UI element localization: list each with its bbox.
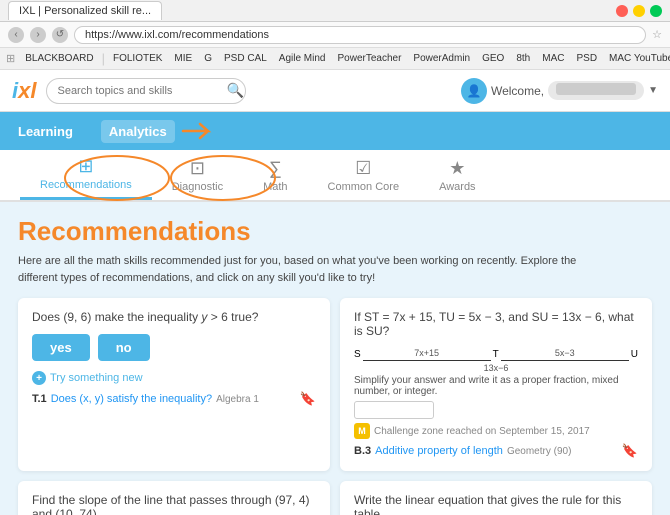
card-geometry: If ST = 7x + 15, TU = 5x − 3, and SU = 1… — [340, 298, 652, 471]
search-icon: 🔍 — [226, 82, 243, 99]
point-s: S — [354, 349, 361, 360]
bookmarks-bar: ⊞ BLACKBOARD | FOLIOTEK MIE G PSD CAL Ag… — [0, 48, 670, 70]
bookmark-mie[interactable]: MIE — [170, 52, 196, 65]
apps-icon: ⊞ — [6, 52, 15, 65]
awards-icon: ★ — [449, 158, 465, 179]
card2-skill-subject: Geometry (90) — [507, 446, 571, 457]
point-u: U — [631, 349, 638, 360]
page-description: Here are all the math skills recommended… — [18, 253, 598, 286]
bookmark-8th[interactable]: 8th — [512, 52, 534, 65]
card-function-table: Write the linear equation that gives the… — [340, 481, 652, 515]
segment-diagram: S 7x+15 T 5x−3 U 13x−6 — [354, 348, 638, 373]
main-content: Recommendations Here are all the math sk… — [0, 202, 670, 515]
bookmark-powerteacher[interactable]: PowerTeacher — [333, 52, 405, 65]
seg-tu-label: 5x−3 — [501, 348, 629, 361]
analytics-arrow-icon — [178, 116, 218, 146]
card2-flag-icon: 🔖 — [622, 443, 638, 459]
nav-learning[interactable]: Learning — [10, 120, 81, 143]
close-button[interactable] — [616, 5, 628, 17]
url-input[interactable]: https://www.ixl.com/recommendations — [74, 26, 646, 44]
bookmark-geo[interactable]: GEO — [478, 52, 508, 65]
section-tabs: ⊞ Recommendations ⊡ Diagnostic ∑ Math ☑ … — [0, 150, 670, 202]
card1-skill-row: T.1 Does (x, y) satisfy the inequality? … — [32, 391, 316, 407]
card1-skill-code: T.1 — [32, 393, 47, 405]
no-button[interactable]: no — [98, 334, 150, 361]
bookmark-g[interactable]: G — [200, 52, 216, 65]
maximize-button[interactable] — [650, 5, 662, 17]
card2-skill-row: M Challenge zone reached on September 15… — [354, 423, 638, 439]
card2-skill-code: B.3 — [354, 445, 371, 457]
diagnostic-icon: ⊡ — [190, 158, 205, 179]
nav-analytics[interactable]: Analytics — [101, 120, 175, 143]
username-display — [548, 81, 644, 100]
card1-skill-link[interactable]: Does (x, y) satisfy the inequality? — [51, 393, 212, 405]
bookmark-foliotek[interactable]: FOLIOTEK — [109, 52, 166, 65]
card-inequality: Does (9, 6) make the inequality y > 6 tr… — [18, 298, 330, 471]
avatar: 👤 — [461, 78, 487, 104]
bookmark-psdcal[interactable]: PSD CAL — [220, 52, 271, 65]
card2-question: If ST = 7x + 15, TU = 5x − 3, and SU = 1… — [354, 310, 638, 338]
card2-answer-input[interactable] — [354, 401, 434, 419]
try-something-new[interactable]: + Try something new — [32, 371, 316, 385]
dropdown-arrow-icon[interactable]: ▼ — [648, 85, 658, 96]
bookmark-star[interactable]: ☆ — [652, 28, 662, 41]
card2-answer-desc: Simplify your answer and write it as a p… — [354, 375, 638, 397]
ixl-logo: ixl — [12, 78, 36, 104]
page-title: Recommendations — [18, 216, 652, 247]
search-input[interactable] — [46, 78, 246, 104]
minimize-button[interactable] — [633, 5, 645, 17]
seg-su-label: 13x−6 — [354, 363, 638, 373]
bookmark-agilemind[interactable]: Agile Mind — [275, 52, 330, 65]
card1-answers: yes no — [32, 334, 316, 361]
card1-question: Does (9, 6) make the inequality y > 6 tr… — [32, 310, 316, 324]
tab-common-core[interactable]: ☑ Common Core — [308, 152, 420, 199]
welcome-label: Welcome, — [491, 84, 544, 98]
welcome-area: 👤 Welcome, ▼ — [461, 78, 658, 104]
gold-badge-m: M — [354, 423, 370, 439]
browser-titlebar: IXL | Personalized skill re... — [0, 0, 670, 22]
bookmark-macyoutube[interactable]: MAC YouTube — [605, 52, 670, 65]
card2-skill-link-row: B.3 Additive property of length Geometry… — [354, 443, 638, 459]
browser-tab[interactable]: IXL | Personalized skill re... — [8, 1, 162, 20]
main-nav: Learning Analytics — [0, 112, 670, 150]
bookmark-mac[interactable]: MAC — [538, 52, 568, 65]
tab-math[interactable]: ∑ Math — [243, 152, 307, 199]
plus-icon: + — [32, 371, 46, 385]
tab-recommendations[interactable]: ⊞ Recommendations — [20, 150, 152, 200]
point-t: T — [493, 349, 499, 360]
tab-awards[interactable]: ★ Awards — [419, 152, 495, 199]
common-core-icon: ☑ — [355, 158, 371, 179]
card2-skill-link[interactable]: Additive property of length — [375, 445, 503, 457]
tab-diagnostic[interactable]: ⊡ Diagnostic — [152, 152, 243, 199]
forward-button[interactable]: › — [30, 27, 46, 43]
bookmark-blackboard[interactable]: BLACKBOARD — [21, 52, 97, 65]
card2-challenge: Challenge zone reached on September 15, … — [374, 426, 590, 437]
cards-grid: Does (9, 6) make the inequality y > 6 tr… — [18, 298, 652, 515]
card4-question: Write the linear equation that gives the… — [354, 493, 638, 515]
card1-skill-subject: Algebra 1 — [216, 394, 259, 405]
bookmark-poweradmin[interactable]: PowerAdmin — [409, 52, 474, 65]
math-icon: ∑ — [269, 158, 282, 179]
recommendations-icon: ⊞ — [78, 156, 93, 177]
refresh-button[interactable]: ↺ — [52, 27, 68, 43]
back-button[interactable]: ‹ — [8, 27, 24, 43]
address-bar: ‹ › ↺ https://www.ixl.com/recommendation… — [0, 22, 670, 48]
bookmark-psd[interactable]: PSD — [572, 52, 601, 65]
card3-question: Find the slope of the line that passes t… — [32, 493, 316, 515]
seg-st-label: 7x+15 — [363, 348, 491, 361]
card-slope: Find the slope of the line that passes t… — [18, 481, 330, 515]
app-header: ixl 🔍 👤 Welcome, ▼ — [0, 70, 670, 112]
yes-button[interactable]: yes — [32, 334, 90, 361]
card1-flag-icon: 🔖 — [300, 391, 316, 407]
